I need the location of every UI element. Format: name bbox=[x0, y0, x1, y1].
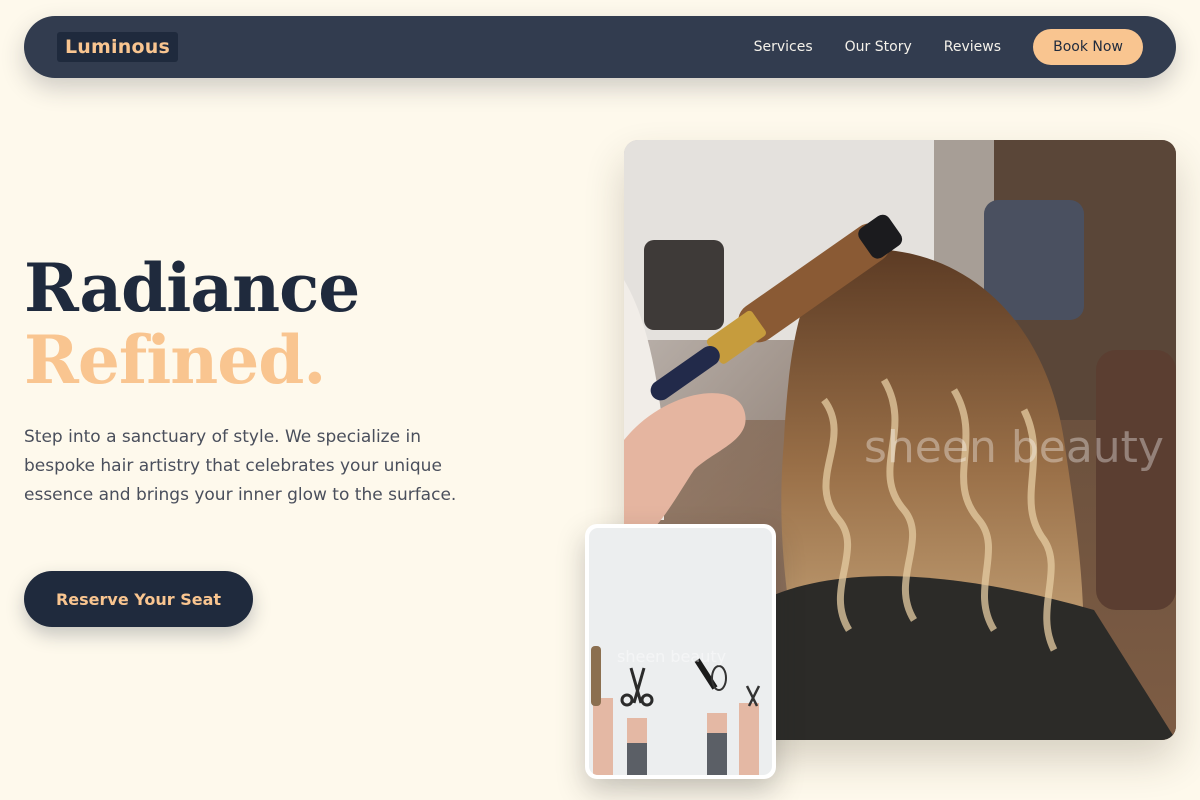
navbar: Luminous Services Our Story Reviews Book… bbox=[24, 16, 1176, 78]
hero-title-line1: Radiance bbox=[24, 249, 360, 327]
hero-title: Radiance Refined. bbox=[24, 249, 360, 399]
salon-tools-photo: sheen beauty bbox=[589, 528, 772, 775]
nav-link-reviews[interactable]: Reviews bbox=[944, 39, 1001, 55]
reserve-seat-button[interactable]: Reserve Your Seat bbox=[24, 571, 253, 627]
small-watermark: sheen beauty bbox=[617, 647, 726, 666]
main-watermark: sheen beauty bbox=[864, 422, 1164, 473]
hero-secondary-image: sheen beauty bbox=[585, 524, 776, 779]
nav-link-our-story[interactable]: Our Story bbox=[845, 39, 912, 55]
nav-links: Services Our Story Reviews Book Now bbox=[754, 29, 1143, 65]
book-now-button[interactable]: Book Now bbox=[1033, 29, 1143, 65]
brand-logo[interactable]: Luminous bbox=[57, 32, 178, 62]
hero-description: Step into a sanctuary of style. We speci… bbox=[24, 427, 457, 505]
hero-title-line2: Refined. bbox=[24, 321, 326, 399]
nav-link-services[interactable]: Services bbox=[754, 39, 813, 55]
